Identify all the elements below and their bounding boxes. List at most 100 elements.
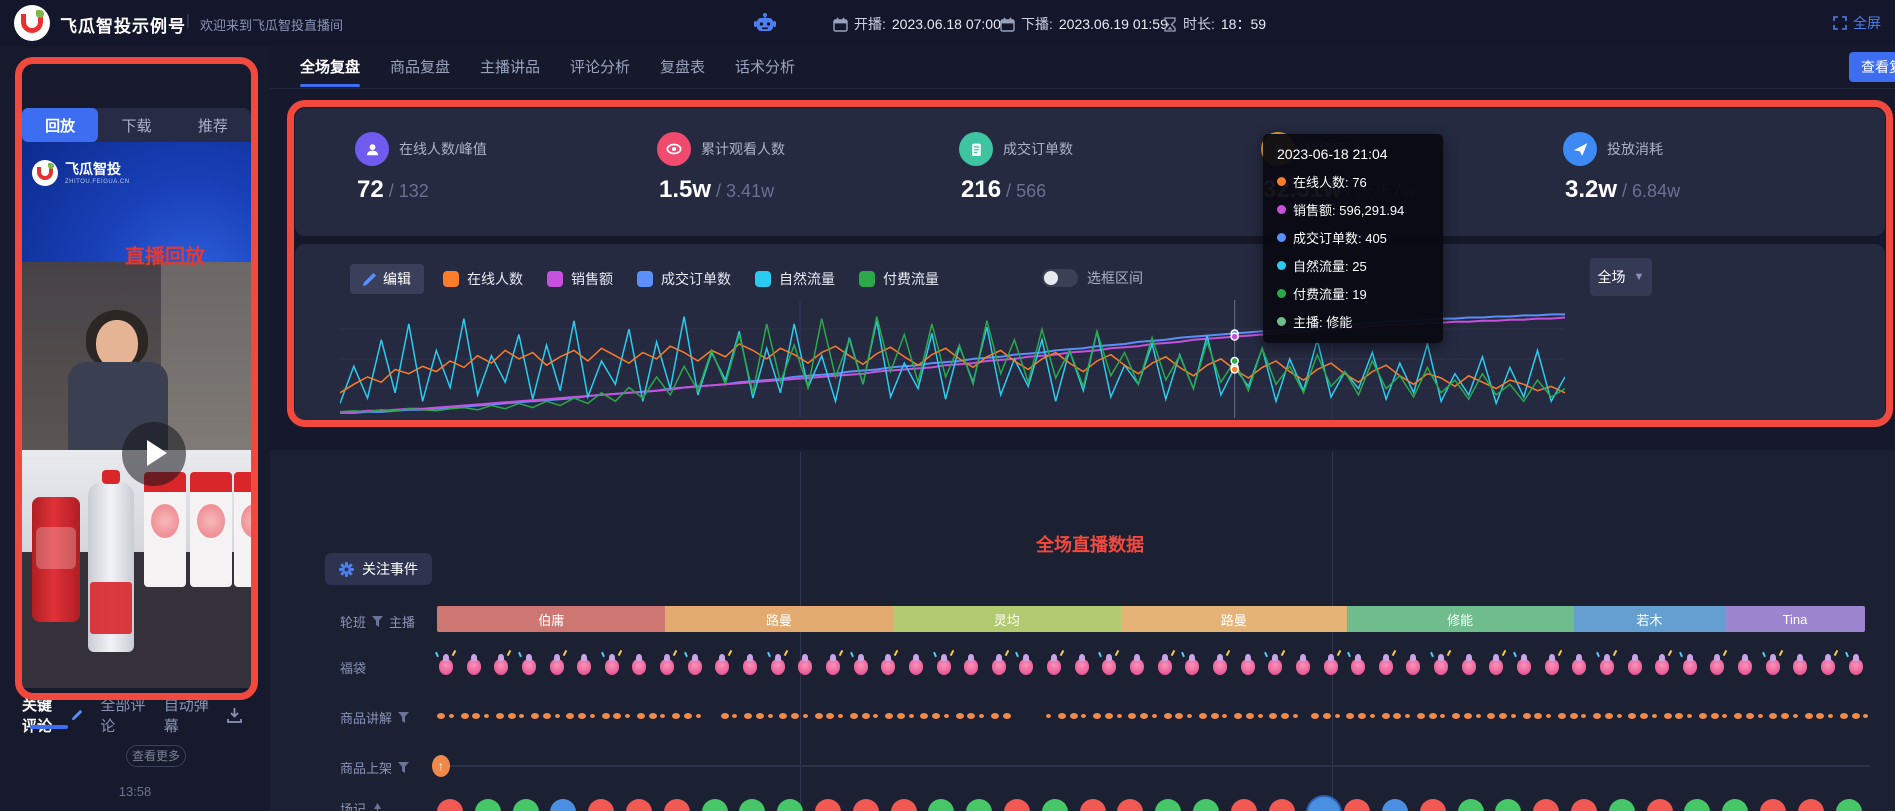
scene-marker[interactable] <box>1609 799 1635 811</box>
talk-marker[interactable] <box>862 713 870 719</box>
talk-marker[interactable] <box>1234 713 1242 719</box>
talk-marker[interactable] <box>1370 714 1375 718</box>
talk-marker[interactable] <box>531 713 539 719</box>
lucky-bag-icon[interactable] <box>1570 652 1588 677</box>
scene-marker[interactable] <box>1382 799 1408 811</box>
scene-marker[interactable] <box>966 799 992 811</box>
scene-marker[interactable] <box>1684 799 1710 811</box>
talk-marker[interactable] <box>1699 713 1707 719</box>
lucky-bag-icon[interactable] <box>1598 652 1616 677</box>
talk-marker[interactable] <box>1440 714 1445 718</box>
lucky-bag-icon[interactable] <box>1819 652 1837 677</box>
lucky-bag-icon[interactable] <box>1681 652 1699 677</box>
lucky-bag-icon[interactable] <box>1460 652 1478 677</box>
talk-marker[interactable] <box>1222 714 1227 718</box>
scene-marker[interactable] <box>1193 799 1219 811</box>
talk-marker[interactable] <box>768 714 773 718</box>
legend-item-自然流量[interactable]: 自然流量 <box>755 269 835 289</box>
scene-marker[interactable] <box>1004 799 1030 811</box>
talk-marker[interactable] <box>1464 713 1472 719</box>
talk-marker[interactable] <box>1246 713 1254 719</box>
talk-marker[interactable] <box>625 714 630 718</box>
talk-marker[interactable] <box>1152 714 1157 718</box>
talk-marker[interactable] <box>1558 713 1566 719</box>
talk-marker[interactable] <box>496 713 504 719</box>
lucky-bag-icon[interactable] <box>1045 652 1063 677</box>
talk-marker[interactable] <box>1511 714 1516 718</box>
lucky-bag-icon[interactable] <box>879 652 897 677</box>
talk-marker[interactable] <box>1393 713 1401 719</box>
main-tab-评论分析[interactable]: 评论分析 <box>570 56 630 77</box>
lucky-bag-icon[interactable] <box>1322 652 1340 677</box>
talk-marker[interactable] <box>1452 713 1460 719</box>
lucky-bag-icon[interactable] <box>520 652 538 677</box>
fullscreen-button[interactable]: 全屏 <box>1833 13 1881 33</box>
scene-marker[interactable] <box>1571 799 1597 811</box>
scene-marker[interactable] <box>1155 799 1181 811</box>
shift-segment-路曼[interactable]: 路曼 <box>1121 606 1347 632</box>
talk-marker[interactable] <box>1605 713 1613 719</box>
scene-marker[interactable] <box>777 799 803 811</box>
main-tab-主播讲品[interactable]: 主播讲品 <box>480 56 540 77</box>
talk-marker[interactable] <box>1058 713 1066 719</box>
lucky-bag-icon[interactable] <box>1156 652 1174 677</box>
talk-marker[interactable] <box>1293 714 1298 718</box>
talk-marker[interactable] <box>696 714 701 718</box>
talk-marker[interactable] <box>1405 714 1410 718</box>
talk-marker[interactable] <box>672 713 680 719</box>
talk-marker[interactable] <box>1581 714 1586 718</box>
lucky-bag-icon[interactable] <box>686 652 704 677</box>
scene-marker[interactable] <box>1042 799 1068 811</box>
lucky-bag-icon[interactable] <box>1708 652 1726 677</box>
talk-marker[interactable] <box>437 713 445 719</box>
talk-marker[interactable] <box>1617 714 1622 718</box>
talk-marker[interactable] <box>1664 713 1672 719</box>
talk-marker[interactable] <box>1675 713 1683 719</box>
lucky-bag-icon[interactable] <box>548 652 566 677</box>
talk-marker[interactable] <box>461 713 469 719</box>
main-tab-复盘表[interactable]: 复盘表 <box>660 56 705 77</box>
range-toggle[interactable] <box>1042 269 1078 287</box>
talk-marker[interactable] <box>555 714 560 718</box>
scene-marker[interactable] <box>1231 799 1257 811</box>
lucky-bag-icon[interactable] <box>1791 652 1809 677</box>
robot-icon[interactable] <box>752 10 778 36</box>
lucky-bag-icon[interactable] <box>1377 652 1395 677</box>
talk-marker[interactable] <box>1105 713 1113 719</box>
talk-marker[interactable] <box>909 714 914 718</box>
talk-marker[interactable] <box>1769 713 1777 719</box>
scene-marker[interactable] <box>1269 799 1295 811</box>
scene-marker[interactable] <box>702 799 728 811</box>
talk-marker[interactable] <box>1281 713 1289 719</box>
talk-marker[interactable] <box>1093 713 1101 719</box>
talk-marker[interactable] <box>1499 713 1507 719</box>
sidebar-tab-推荐[interactable]: 推荐 <box>175 108 251 142</box>
talk-marker[interactable] <box>1816 713 1824 719</box>
talk-marker[interactable] <box>1734 713 1742 719</box>
shift-segment-Tina[interactable]: Tina <box>1725 606 1865 632</box>
scene-marker[interactable] <box>1344 799 1370 811</box>
filter-icon[interactable] <box>398 712 409 723</box>
talk-marker[interactable] <box>1429 713 1437 719</box>
scene-marker[interactable] <box>1458 799 1484 811</box>
scene-marker[interactable] <box>739 799 765 811</box>
scene-marker[interactable] <box>1836 799 1862 811</box>
talk-marker[interactable] <box>1793 714 1798 718</box>
comment-tab-全部评论[interactable]: 全部评论 <box>100 694 145 736</box>
talk-marker[interactable] <box>885 713 893 719</box>
scene-marker[interactable] <box>475 799 501 811</box>
talk-marker[interactable] <box>838 714 843 718</box>
lucky-bag-icon[interactable] <box>907 652 925 677</box>
scene-marker[interactable] <box>588 799 614 811</box>
talk-marker[interactable] <box>721 713 729 719</box>
talk-marker[interactable] <box>1187 714 1192 718</box>
edit-button[interactable]: 编辑 <box>350 264 424 294</box>
lucky-bag-icon[interactable] <box>1515 652 1533 677</box>
talk-marker[interactable] <box>1534 713 1542 719</box>
talk-marker[interactable] <box>1546 714 1551 718</box>
scene-marker[interactable] <box>1533 799 1559 811</box>
talk-marker[interactable] <box>1863 714 1868 718</box>
talk-marker[interactable] <box>1164 713 1172 719</box>
sidebar-tab-下载[interactable]: 下载 <box>98 108 174 142</box>
diagnose-button[interactable]: 查看复盘诊断 <box>1849 52 1895 82</box>
